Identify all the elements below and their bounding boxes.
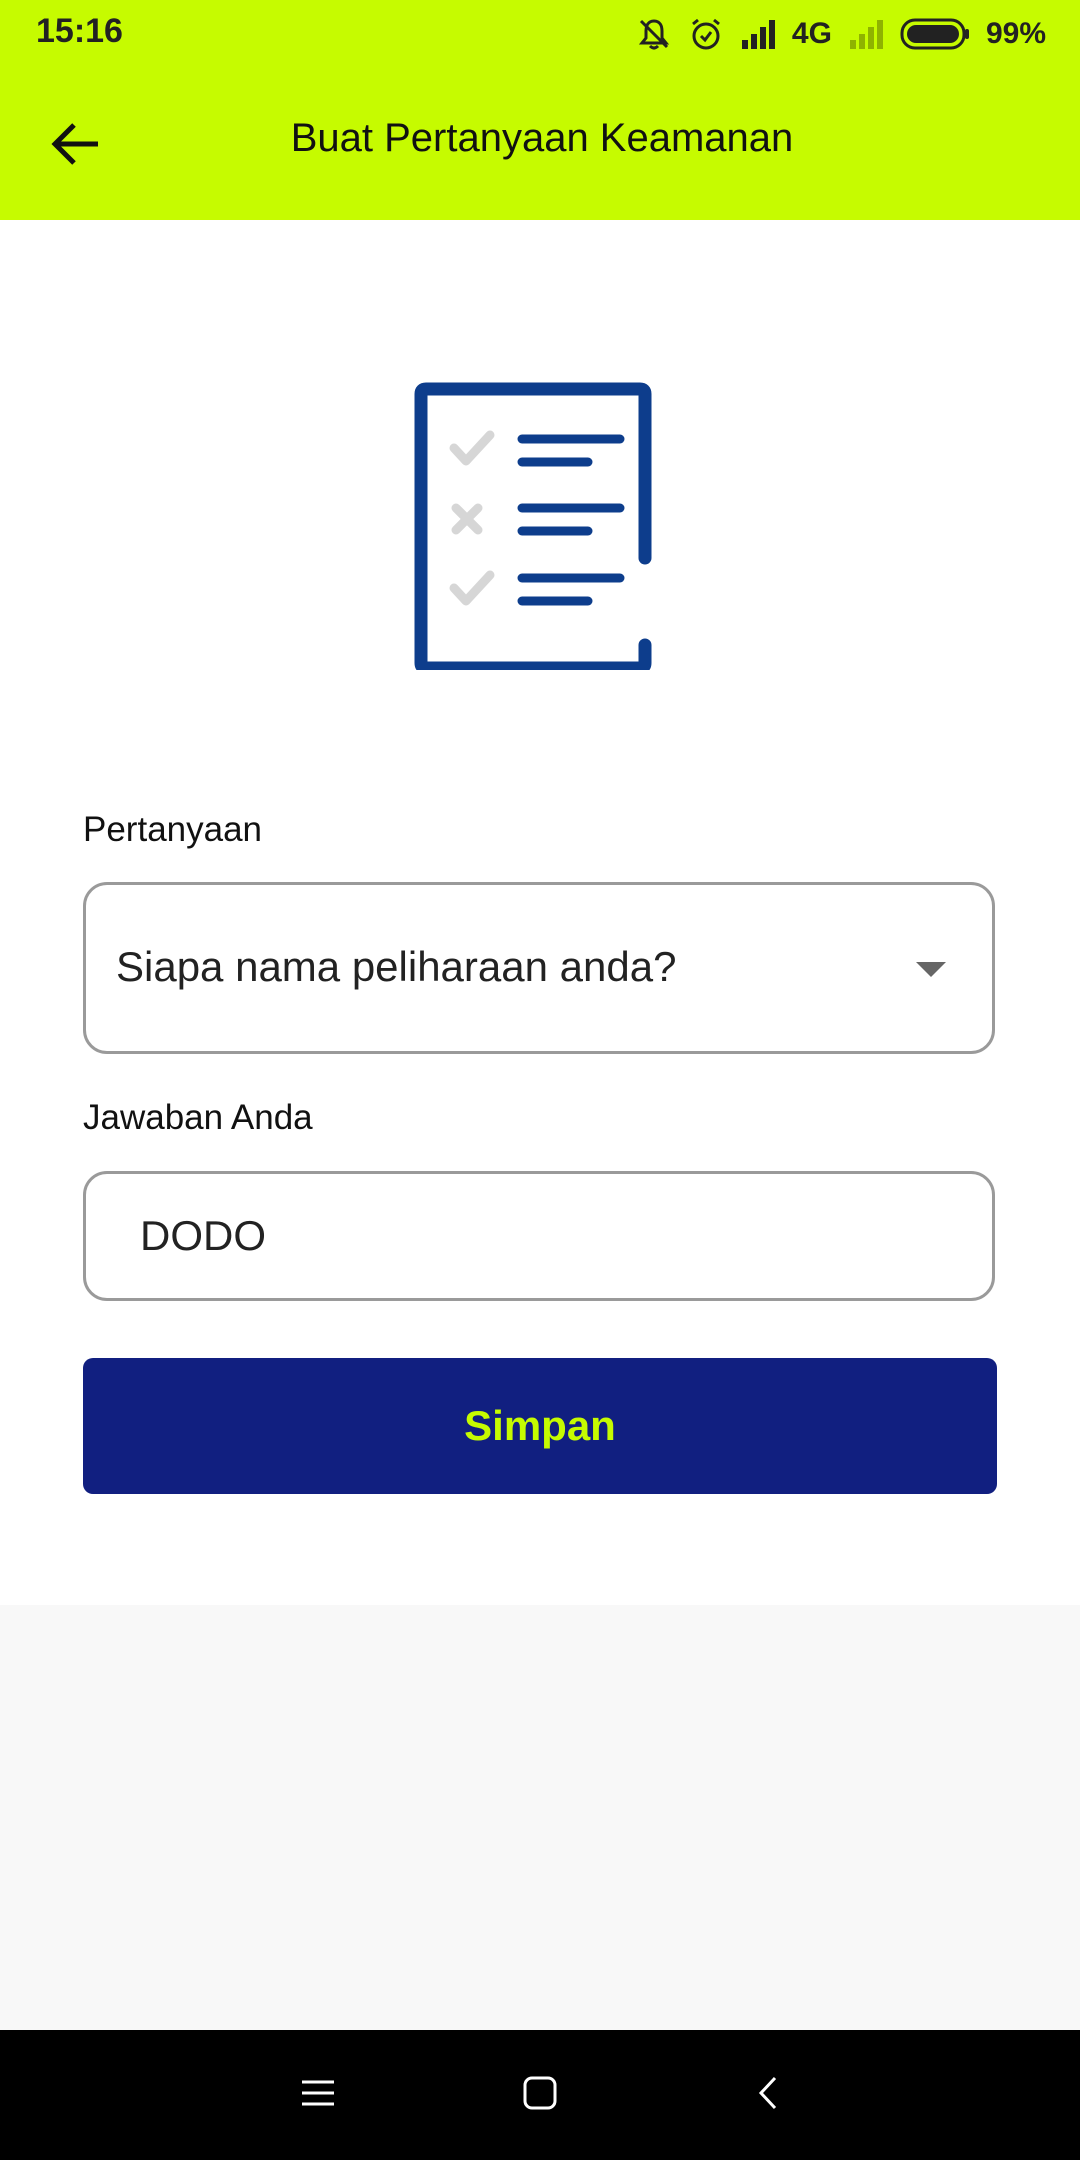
checklist-document-icon bbox=[412, 380, 668, 675]
home-button[interactable] bbox=[510, 2065, 570, 2125]
mute-notification-icon bbox=[636, 16, 672, 52]
answer-input[interactable] bbox=[83, 1171, 995, 1301]
back-icon bbox=[756, 2075, 780, 2116]
menu-button[interactable] bbox=[288, 2065, 348, 2125]
page-title: Buat Pertanyaan Keamanan bbox=[290, 116, 794, 160]
answer-label: Jawaban Anda bbox=[83, 1098, 313, 1137]
question-label: Pertanyaan bbox=[83, 810, 263, 849]
save-button[interactable]: Simpan bbox=[83, 1358, 997, 1494]
network-type: 4G bbox=[791, 17, 832, 50]
signal-icon bbox=[740, 18, 776, 50]
status-time: 15:16 bbox=[36, 12, 123, 50]
home-icon bbox=[522, 2075, 558, 2116]
question-selected-value: Siapa nama peliharaan anda? bbox=[116, 943, 677, 990]
battery-icon bbox=[900, 17, 970, 51]
system-back-button[interactable] bbox=[738, 2065, 798, 2125]
form-card: Pertanyaan Siapa nama peliharaan anda? J… bbox=[0, 220, 1080, 1605]
menu-icon bbox=[300, 2077, 336, 2114]
app-bar: 15:16 4G 99% Buat Pertanyaan Keamanan bbox=[0, 0, 1080, 220]
signal-weak-icon bbox=[848, 18, 884, 50]
caret-down-icon bbox=[916, 962, 946, 977]
question-dropdown[interactable]: Siapa nama peliharaan anda? bbox=[83, 882, 995, 1054]
toolbar: Buat Pertanyaan Keamanan bbox=[0, 68, 1080, 220]
status-bar: 15:16 4G 99% bbox=[0, 0, 1080, 68]
status-icons: 4G 99% bbox=[636, 12, 1046, 56]
alarm-icon bbox=[688, 16, 724, 52]
battery-level: 99% bbox=[985, 17, 1046, 50]
navigation-bar bbox=[0, 2030, 1080, 2160]
